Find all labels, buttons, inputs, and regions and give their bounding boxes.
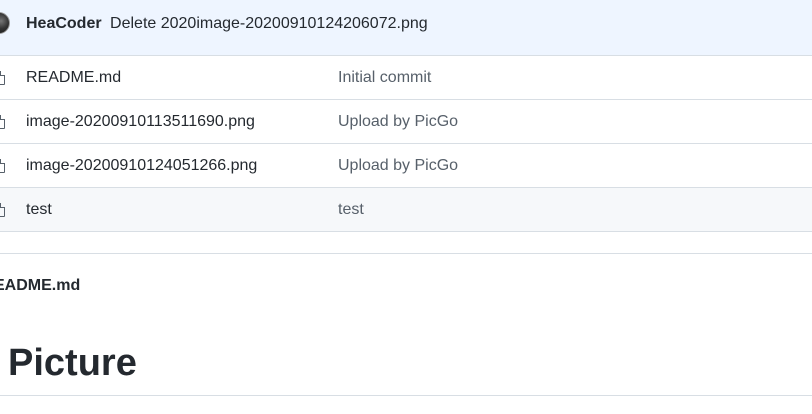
file-row-readme[interactable]: README.md Initial commit bbox=[0, 56, 812, 100]
file-row-image-1[interactable]: image-20200910113511690.png Upload by Pi… bbox=[0, 100, 812, 144]
file-icon bbox=[0, 71, 5, 85]
file-name-link[interactable]: image-20200910113511690.png bbox=[26, 112, 255, 132]
file-list: README.md Initial commit image-202009101… bbox=[0, 56, 812, 232]
file-name-link[interactable]: test bbox=[26, 200, 52, 220]
latest-commit-text: HeaCoder Delete 2020image-20200910124206… bbox=[26, 14, 428, 34]
commit-author-link[interactable]: HeaCoder bbox=[26, 15, 102, 32]
file-commit-message-link[interactable]: Initial commit bbox=[338, 68, 431, 88]
readme-heading: Picture bbox=[8, 342, 137, 384]
file-name-link[interactable]: README.md bbox=[26, 68, 121, 88]
readme-divider bbox=[0, 253, 812, 254]
file-commit-message-link[interactable]: Upload by PicGo bbox=[338, 156, 458, 176]
file-name-link[interactable]: image-20200910124051266.png bbox=[26, 156, 257, 176]
heading-rule bbox=[0, 395, 812, 396]
file-row-image-2[interactable]: image-20200910124051266.png Upload by Pi… bbox=[0, 144, 812, 188]
repository-page: HeaCoder Delete 2020image-20200910124206… bbox=[0, 0, 812, 414]
readme-file-title[interactable]: EADME.md bbox=[0, 276, 80, 296]
file-icon bbox=[0, 115, 5, 129]
file-row-test[interactable]: test test bbox=[0, 188, 812, 232]
latest-commit-bar: HeaCoder Delete 2020image-20200910124206… bbox=[0, 0, 812, 56]
file-icon bbox=[0, 203, 5, 217]
commit-message-link[interactable]: Delete 2020image-20200910124206072.png bbox=[110, 15, 428, 32]
author-avatar[interactable] bbox=[0, 12, 10, 34]
file-commit-message-link[interactable]: Upload by PicGo bbox=[338, 112, 458, 132]
file-icon bbox=[0, 159, 5, 173]
file-commit-message-link[interactable]: test bbox=[338, 200, 364, 220]
